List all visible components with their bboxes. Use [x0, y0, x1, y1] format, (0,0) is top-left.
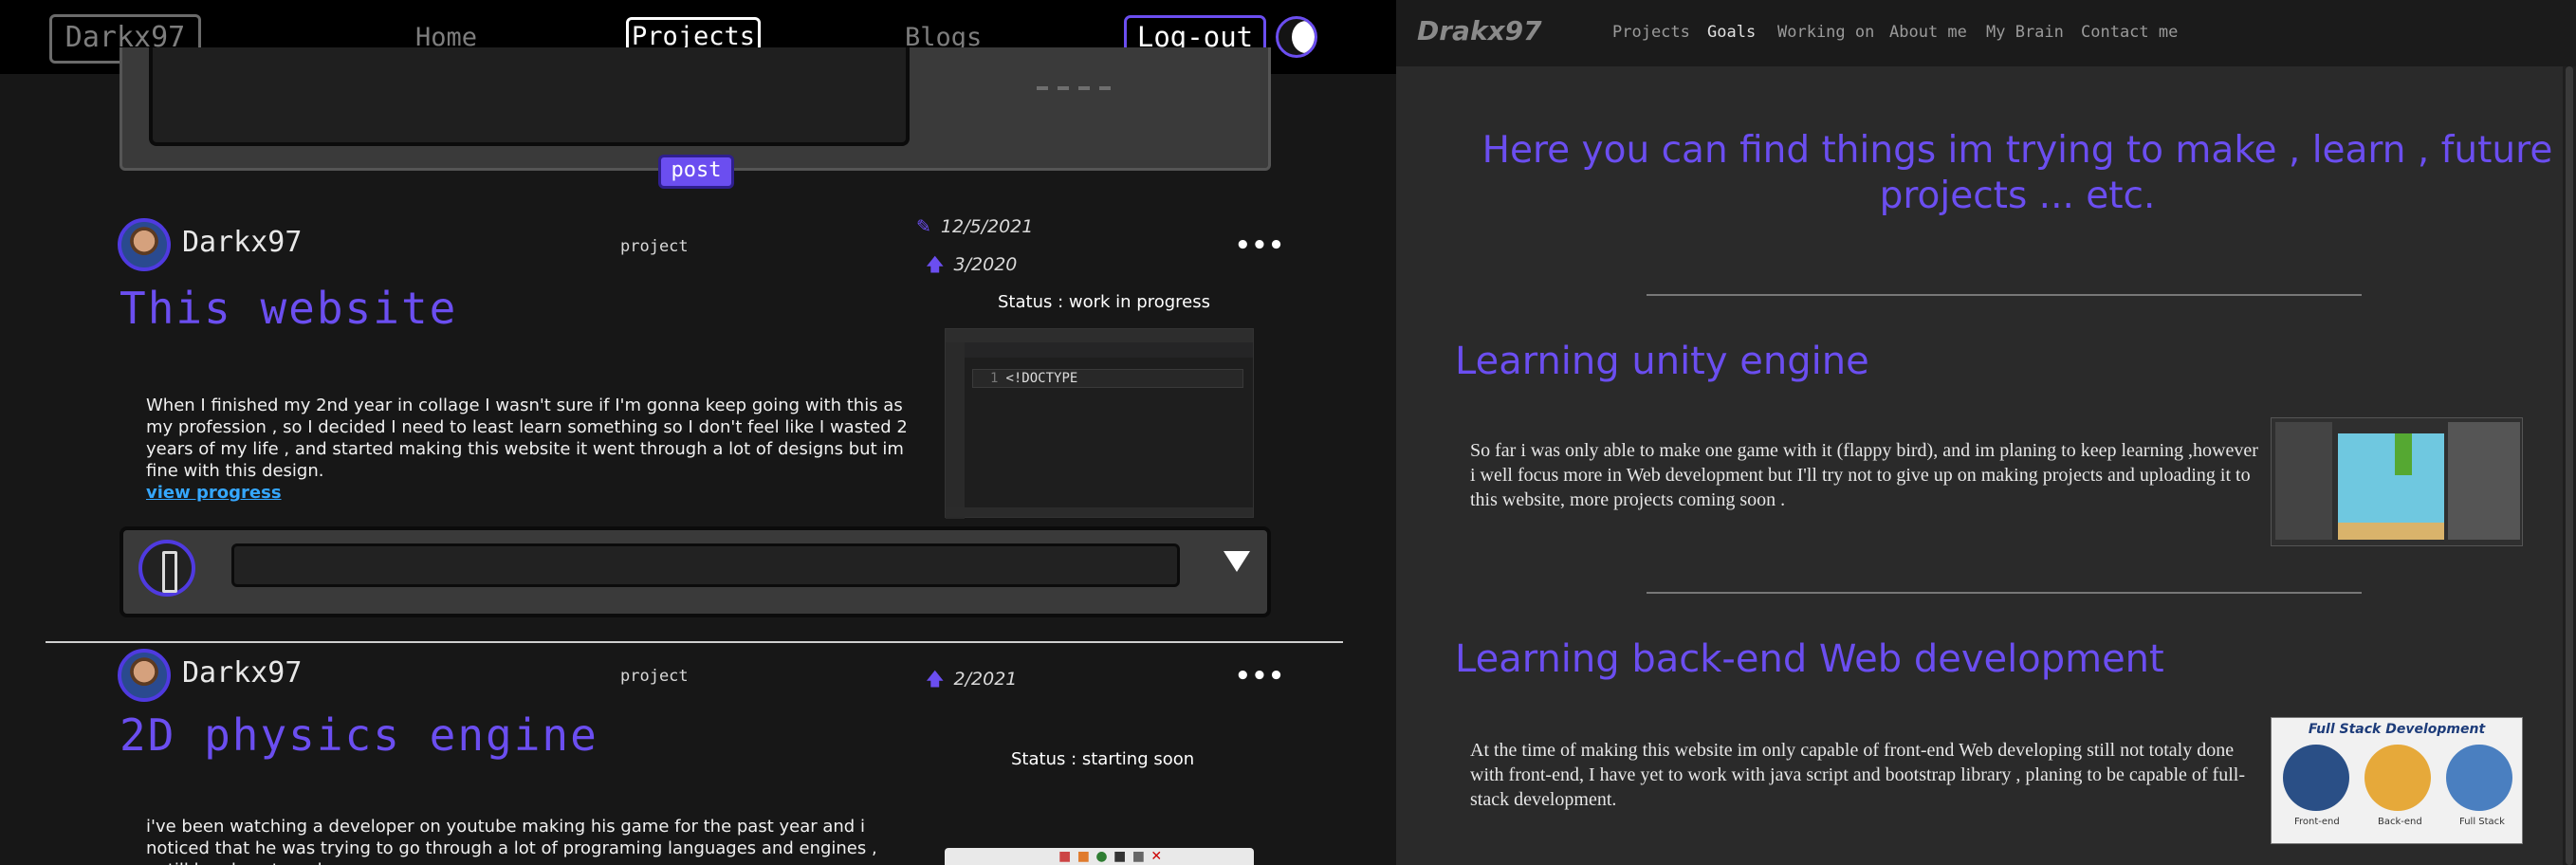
post-screenshot[interactable]: 1 <!DOCTYPE: [945, 328, 1254, 519]
post-tag: project: [620, 667, 689, 686]
frontend-icon: [2283, 745, 2349, 811]
scrollbar[interactable]: [2563, 66, 2576, 865]
upvote-arrow-icon[interactable]: 🡅: [926, 254, 945, 275]
nav-about-me-link[interactable]: About me: [1889, 23, 1967, 42]
goals-page-pane: Drakx97 Projects Goals Working on About …: [1396, 0, 2576, 865]
comment-input[interactable]: [231, 543, 1180, 587]
page-heading: Here you can find things im trying to ma…: [1481, 129, 2553, 217]
moon-icon[interactable]: [1276, 16, 1317, 58]
post-date: 🡅 3/2020: [926, 251, 1017, 282]
nav-working-on-link[interactable]: Working on: [1777, 23, 1874, 42]
post-divider: [46, 641, 1343, 643]
post-body-text: When I finished my 2nd year in collage I…: [146, 396, 908, 481]
more-icon[interactable]: •••: [1235, 231, 1285, 260]
edit-date-text: 12/5/2021: [940, 216, 1034, 237]
post-screenshot[interactable]: ■ ■ ● ■ ■ ✕: [945, 848, 1254, 865]
post-status: Status : work in progress: [998, 292, 1210, 312]
section-divider: [1647, 592, 2362, 594]
post-title: This website: [120, 283, 458, 334]
section-title: Learning unity engine: [1455, 340, 1869, 383]
send-arrow-icon[interactable]: [1224, 551, 1250, 572]
nav-projects-link[interactable]: Projects: [1612, 23, 1690, 42]
comment-avatar: [138, 540, 195, 597]
post-tag: project: [620, 237, 689, 256]
nav-my-brain-link[interactable]: My Brain: [1986, 23, 2064, 42]
post-date-text: 3/2020: [953, 254, 1018, 275]
post-username[interactable]: Darkx97: [182, 226, 302, 259]
post-editor: [120, 47, 1271, 171]
section-text: At the time of making this website im on…: [1470, 740, 2245, 810]
nav-goals-link[interactable]: Goals: [1707, 23, 1756, 42]
editor-toolbar: [1037, 76, 1132, 90]
post-status: Status : starting soon: [1011, 749, 1195, 769]
post-username[interactable]: Darkx97: [182, 656, 302, 690]
diagram-label: Full Stack: [2459, 817, 2505, 827]
diagram-title: Full Stack Development: [2308, 722, 2486, 737]
avatar[interactable]: [118, 649, 171, 702]
post-body: i've been watching a developer on youtub…: [146, 817, 877, 865]
post-body: When I finished my 2nd year in collage I…: [146, 395, 918, 504]
diagram-label: Front-end: [2294, 817, 2340, 827]
avatar[interactable]: [118, 218, 171, 271]
section-text: So far i was only able to make one game …: [1470, 440, 2258, 510]
backend-icon: [2364, 745, 2431, 811]
more-icon[interactable]: •••: [1235, 662, 1285, 690]
full-stack-diagram[interactable]: Full Stack Development Front-end Back-en…: [2271, 717, 2523, 844]
nav-contact-me-link[interactable]: Contact me: [2081, 23, 2178, 42]
top-navbar: Drakx97 Projects Goals Working on About …: [1396, 0, 2576, 66]
pencil-icon: ✎: [916, 216, 931, 237]
comment-bar: [120, 526, 1271, 617]
code-line-number: 1: [990, 371, 999, 386]
code-text: <!DOCTYPE: [1005, 371, 1078, 386]
unity-screenshot[interactable]: [2271, 417, 2523, 546]
post-editor-textarea[interactable]: [149, 47, 910, 146]
site-logo[interactable]: Drakx97: [1417, 15, 1542, 46]
view-progress-link[interactable]: view progress: [146, 483, 282, 503]
section-title: Learning back-end Web development: [1455, 637, 2164, 681]
upvote-arrow-icon[interactable]: 🡅: [926, 669, 945, 690]
post-date: 🡅 2/2021: [926, 666, 1017, 696]
post-title: 2D physics engine: [120, 709, 598, 761]
projects-page-pane: Darkx97 Home Projects Blogs Log-out post…: [0, 0, 1396, 865]
section-divider: [1647, 294, 2362, 296]
fullstack-icon: [2446, 745, 2512, 811]
post-button[interactable]: post: [658, 155, 734, 189]
diagram-label: Back-end: [2378, 817, 2422, 827]
edit-date: ✎ 12/5/2021: [916, 216, 1033, 237]
post-date-text: 2/2021: [953, 669, 1018, 690]
